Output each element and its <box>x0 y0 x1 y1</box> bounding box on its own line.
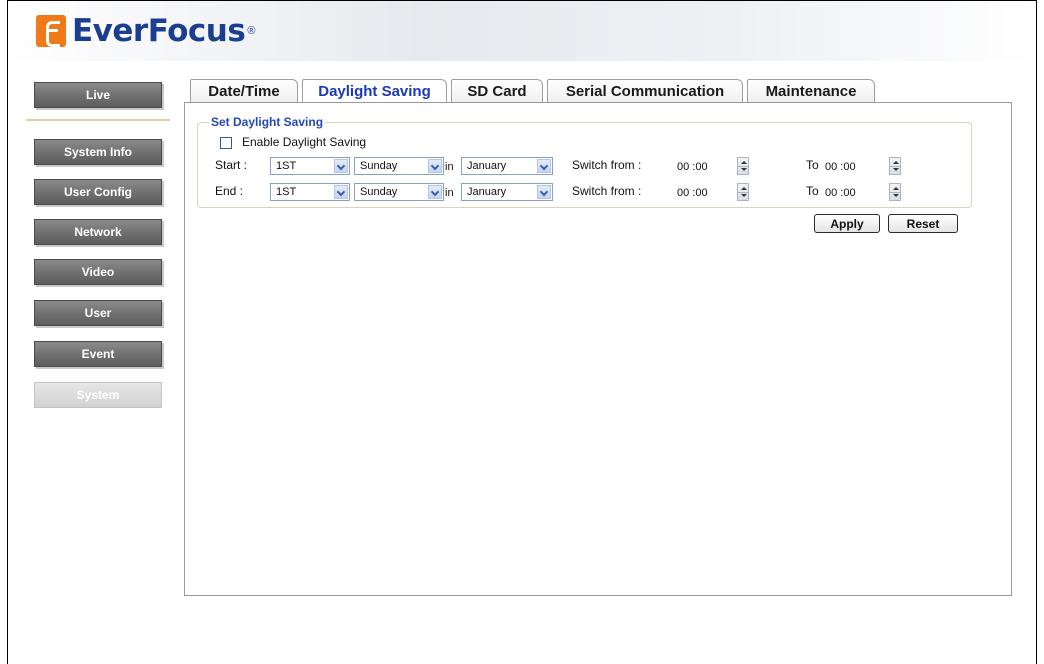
chevron-down-icon <box>537 185 551 199</box>
end-label: End : <box>215 184 244 198</box>
tab-serial-communication[interactable]: Serial Communication <box>547 79 743 103</box>
start-day-value: Sunday <box>360 160 398 172</box>
registered-mark: ® <box>247 25 256 37</box>
chevron-down-icon <box>334 159 348 173</box>
start-to-label: To <box>806 158 819 172</box>
start-week-select[interactable]: 1ST <box>270 157 350 175</box>
end-day-value: Sunday <box>360 186 398 198</box>
reset-button[interactable]: Reset <box>888 214 958 233</box>
start-in-label: in <box>445 161 454 173</box>
chevron-down-icon <box>428 159 442 173</box>
end-in-label: in <box>445 187 454 199</box>
logo: EverFocus ® <box>36 9 255 53</box>
chevron-down-icon <box>428 185 442 199</box>
tab-sd-card[interactable]: SD Card <box>451 79 543 103</box>
start-to-spinner[interactable] <box>889 157 901 175</box>
end-day-select[interactable]: Sunday <box>354 183 444 201</box>
chevron-down-icon <box>334 185 348 199</box>
start-from-spinner[interactable] <box>737 157 749 175</box>
sidebar-item-system[interactable]: System <box>34 382 162 408</box>
group-title: Set Daylight Saving <box>209 115 326 129</box>
end-month-value: January <box>467 186 507 198</box>
end-week-select[interactable]: 1ST <box>270 183 350 201</box>
enable-daylight-saving-checkbox[interactable] <box>220 137 232 149</box>
end-week-value: 1ST <box>276 186 297 198</box>
tab-bar: Date/Time Daylight Saving SD Card Serial… <box>190 79 879 103</box>
start-label: Start : <box>215 158 248 172</box>
start-to-time-input[interactable]: 00 :00 <box>821 157 887 177</box>
start-week-value: 1ST <box>276 160 297 172</box>
start-month-value: January <box>467 160 507 172</box>
sidebar-divider <box>26 119 170 121</box>
sidebar-item-network[interactable]: Network <box>34 219 162 245</box>
sidebar-item-live[interactable]: Live <box>34 82 162 108</box>
start-switch-from-label: Switch from : <box>572 158 642 172</box>
chevron-down-icon <box>537 159 551 173</box>
brand-name: EverFocus <box>72 13 246 49</box>
header-banner: EverFocus ® <box>8 1 1036 61</box>
tab-daylight-saving[interactable]: Daylight Saving <box>302 79 447 103</box>
sidebar-item-event[interactable]: Event <box>34 341 162 367</box>
sidebar-item-video[interactable]: Video <box>34 259 162 285</box>
apply-button[interactable]: Apply <box>814 214 880 233</box>
enable-daylight-saving-label: Enable Daylight Saving <box>242 135 367 149</box>
everfocus-logo-icon <box>36 15 66 47</box>
sidebar-item-user-config[interactable]: User Config <box>34 179 162 205</box>
end-to-time-input[interactable]: 00 :00 <box>821 183 887 203</box>
end-month-select[interactable]: January <box>461 183 553 201</box>
sidebar-item-user[interactable]: User <box>34 300 162 326</box>
tab-maintenance[interactable]: Maintenance <box>747 79 875 103</box>
start-month-select[interactable]: January <box>461 157 553 175</box>
end-from-spinner[interactable] <box>737 183 749 201</box>
sidebar-item-system-info[interactable]: System Info <box>34 139 162 165</box>
start-day-select[interactable]: Sunday <box>354 157 444 175</box>
end-to-label: To <box>806 184 819 198</box>
tab-date-time[interactable]: Date/Time <box>190 79 298 103</box>
end-switch-from-label: Switch from : <box>572 184 642 198</box>
end-to-spinner[interactable] <box>889 183 901 201</box>
